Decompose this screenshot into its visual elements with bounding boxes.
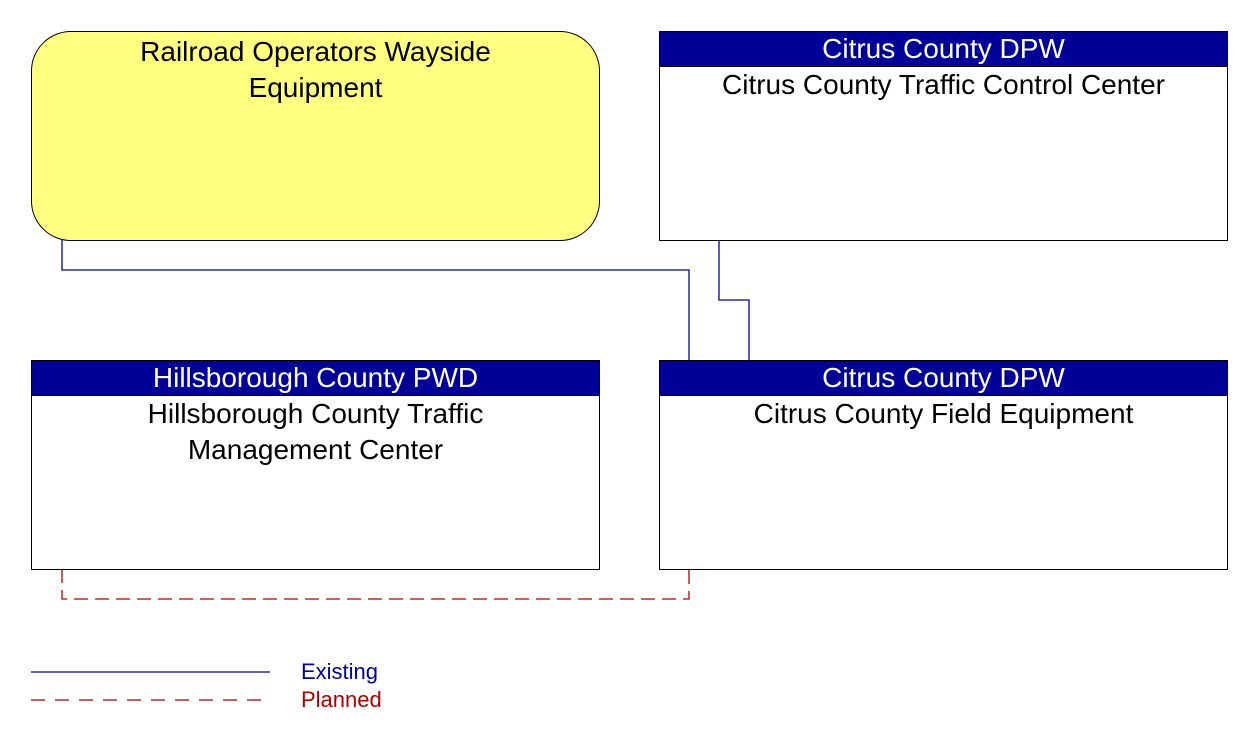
node-owner-header: Hillsborough County PWD	[32, 361, 599, 396]
link-tcc-to-field-existing	[718, 240, 750, 361]
node-name-line-2: Management Center	[187, 434, 444, 465]
node-name-line-1: Citrus County Traffic Control Center	[722, 69, 1165, 100]
link-hillsborough-to-field-planned	[61, 569, 690, 600]
node-hillsborough-traffic-management-center[interactable]: Hillsborough County PWD Hillsborough Cou…	[31, 360, 600, 570]
node-name-line-1: Hillsborough County Traffic	[147, 398, 484, 429]
node-owner-header: Citrus County DPW	[660, 361, 1227, 396]
node-citrus-field-equipment[interactable]: Citrus County DPW Citrus County Field Eq…	[659, 360, 1228, 570]
node-name-line-1: Citrus County Field Equipment	[753, 398, 1134, 429]
legend-planned-label: Planned	[301, 687, 382, 712]
node-name-line-2: Equipment	[248, 72, 383, 103]
node-railroad-wayside-equipment[interactable]: Railroad Operators Wayside Equipment	[31, 31, 600, 241]
link-railroad-to-field-existing	[61, 240, 690, 361]
legend-existing-label: Existing	[301, 659, 379, 684]
node-name-line-1: Railroad Operators Wayside	[140, 36, 491, 67]
node-citrus-traffic-control-center[interactable]: Citrus County DPW Citrus County Traffic …	[659, 31, 1228, 241]
node-owner-header: Citrus County DPW	[660, 32, 1227, 67]
